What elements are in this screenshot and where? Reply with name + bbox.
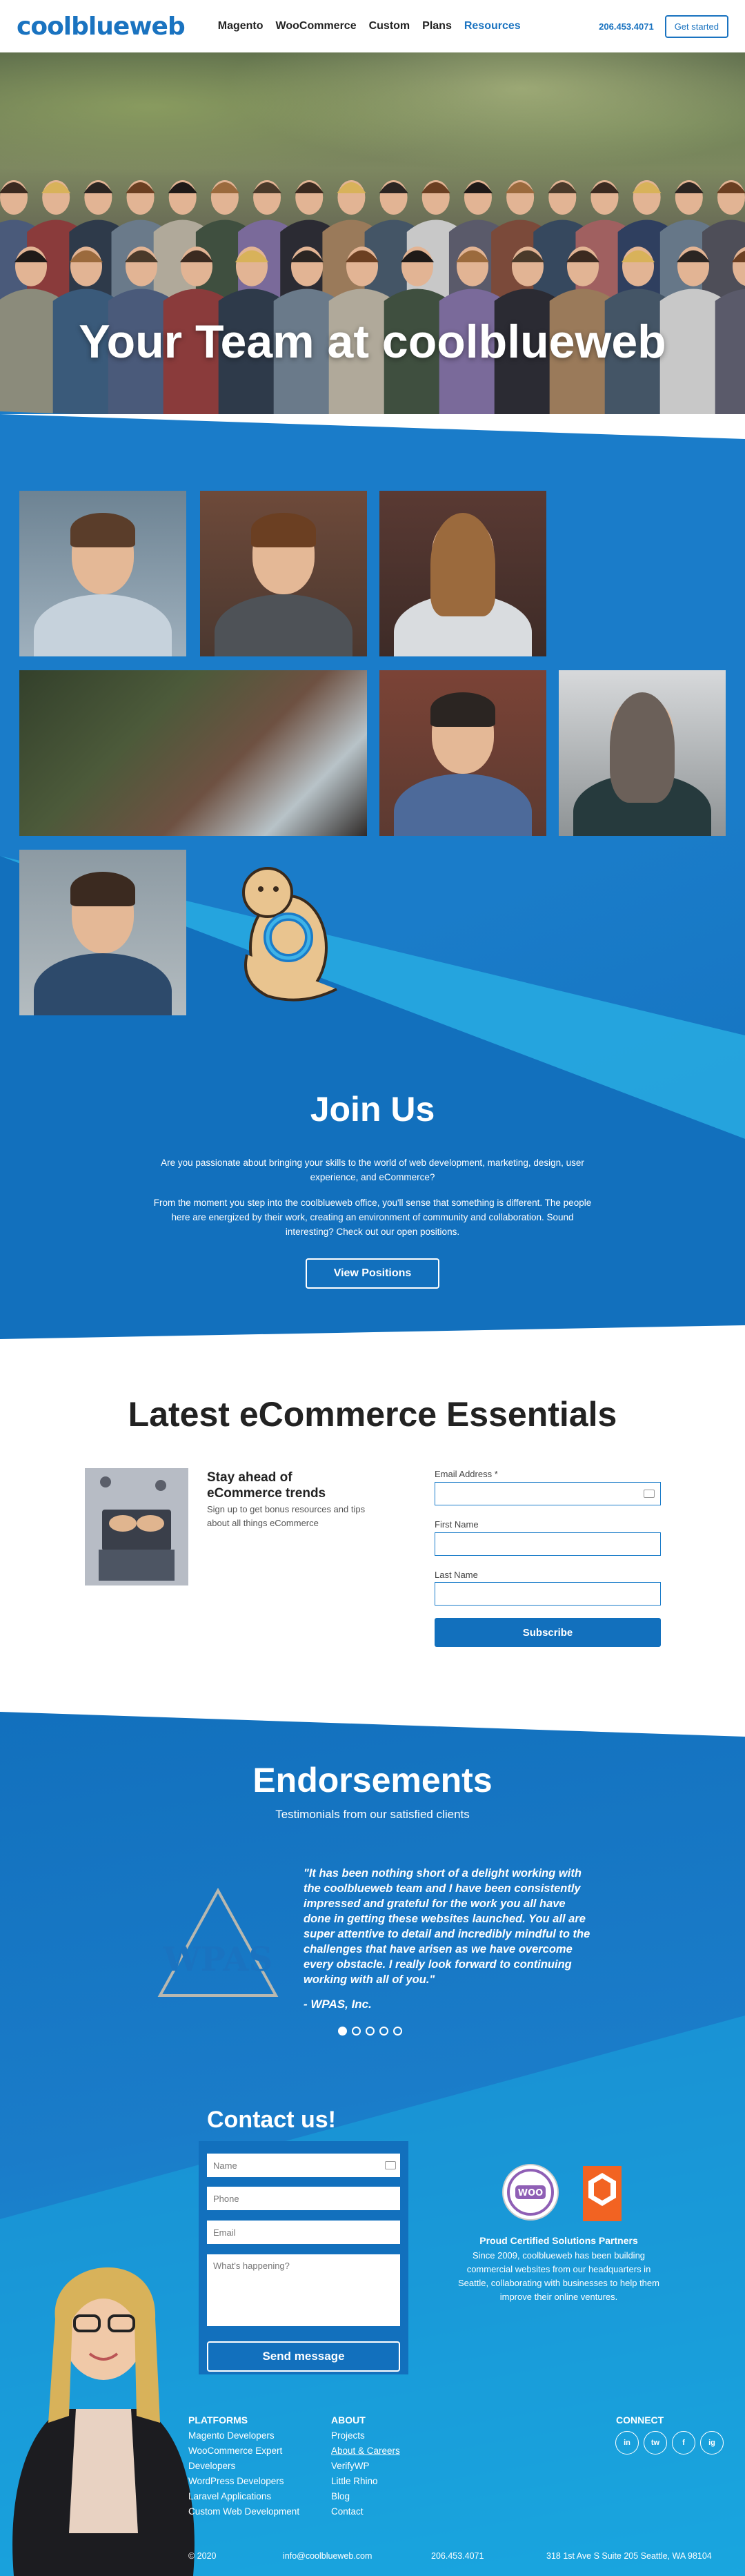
carousel-dot-1[interactable] [338, 2027, 347, 2036]
office-building-photo[interactable] [19, 670, 367, 836]
carousel-dot-5[interactable] [393, 2027, 402, 2036]
contact-email-field[interactable]: Email [207, 2221, 400, 2244]
woo-badge-text: WOO [518, 2188, 543, 2198]
nav-plans[interactable]: Plans [422, 20, 452, 32]
footer-link-woocommerce[interactable]: WooCommerce Expert Developers [188, 2443, 312, 2474]
linkedin-icon[interactable]: in [615, 2431, 639, 2455]
footer-platforms-links: Magento Developers WooCommerce Expert De… [188, 2428, 312, 2519]
view-positions-button[interactable]: View Positions [306, 1258, 439, 1289]
footer-email[interactable]: info@coolblueweb.com [283, 2551, 372, 2561]
newsletter-title: Stay ahead of eCommerce trends [207, 1470, 326, 1501]
partner-badges: WOO [502, 2164, 622, 2221]
nav-resources[interactable]: Resources [464, 20, 521, 32]
svg-text:WPAS: WPAS [163, 1940, 272, 1979]
copyright: © 2020 [188, 2551, 217, 2561]
wpas-logo: WPAS [157, 1888, 279, 1997]
hero-team-photo: Your Team at coolblueweb [0, 52, 745, 439]
footer-about-links: Projects About & Careers VerifyWP Little… [331, 2428, 441, 2519]
footer-about-title: ABOUT [331, 2414, 366, 2426]
footer-link-projects[interactable]: Projects [331, 2428, 441, 2443]
contact-message-field[interactable]: What's happening? [207, 2254, 400, 2326]
logo[interactable]: coolblueweb [17, 12, 186, 41]
footer-link-verifywp[interactable]: VerifyWP [331, 2459, 441, 2474]
footer-link-blog[interactable]: Blog [331, 2489, 441, 2504]
site-header: coolblueweb Magento WooCommerce Custom P… [0, 0, 745, 52]
endorsements-title: Endorsements [252, 1761, 493, 1799]
team-photo-4[interactable] [379, 670, 546, 836]
nav-magento[interactable]: Magento [218, 20, 264, 32]
social-links: in tw f ig [615, 2431, 724, 2455]
get-started-button[interactable]: Get started [664, 14, 728, 38]
testimonial-quote: "It has been nothing short of a delight … [304, 1867, 590, 1986]
team-group-illustration [0, 180, 745, 439]
facebook-icon[interactable]: f [672, 2431, 695, 2455]
email-label: Email Address * [435, 1469, 498, 1479]
carousel-dots [338, 2027, 402, 2036]
testimonial-author: - WPAS, Inc. [304, 1998, 372, 2011]
autofill-icon [644, 1490, 655, 1498]
join-intro: Are you passionate about bringing your s… [161, 1158, 584, 1182]
instagram-icon[interactable]: ig [700, 2431, 724, 2455]
header-phone[interactable]: 206.453.4071 [599, 21, 654, 32]
newsletter-email-field[interactable] [435, 1482, 661, 1505]
footer-link-contact[interactable]: Contact [331, 2504, 441, 2519]
send-message-button[interactable]: Send message [207, 2341, 400, 2372]
main-nav: Magento WooCommerce Custom Plans Resourc… [218, 20, 521, 32]
newsletter-last-name-field[interactable] [435, 1582, 661, 1606]
footer-link-careers[interactable]: About & Careers [331, 2443, 441, 2459]
footer-link-wordpress[interactable]: WordPress Developers [188, 2474, 312, 2489]
team-photo-6[interactable] [19, 850, 186, 1015]
team-photo-2[interactable] [200, 491, 367, 656]
partners-description: Since 2009, coolblueweb has been buildin… [458, 2250, 659, 2302]
carousel-dot-2[interactable] [352, 2027, 361, 2036]
nav-woocommerce[interactable]: WooCommerce [276, 20, 357, 32]
footer-address: 318 1st Ave S Suite 205 Seattle, WA 9810… [546, 2551, 712, 2561]
endorsements-subtitle: Testimonials from our satisfied clients [275, 1808, 470, 1821]
team-member-photo [12, 2267, 195, 2576]
footer-link-little-rhino[interactable]: Little Rhino [331, 2474, 441, 2489]
footer-connect-title: CONNECT [616, 2414, 664, 2426]
first-name-label: First Name [435, 1519, 479, 1530]
newsletter-description: Sign up to get bonus resources and tips … [207, 1504, 366, 1528]
join-title: Join Us [310, 1090, 435, 1129]
footer-link-custom[interactable]: Custom Web Development [188, 2504, 312, 2519]
join-body: From the moment you step into the coolbl… [153, 1198, 592, 1237]
partners-title: Proud Certified Solutions Partners [479, 2235, 638, 2246]
latest-title: Latest eCommerce Essentials [128, 1395, 617, 1434]
laptop-typing-image [85, 1468, 188, 1585]
footer-phone[interactable]: 206.453.4071 [431, 2551, 484, 2561]
autofill-icon [385, 2161, 396, 2169]
newsletter-first-name-field[interactable] [435, 1532, 661, 1556]
team-photo-3[interactable] [379, 491, 546, 656]
team-photo-1[interactable] [19, 491, 186, 656]
otter-mascot-icon [242, 867, 337, 1002]
nav-custom[interactable]: Custom [369, 20, 410, 32]
carousel-dot-4[interactable] [379, 2027, 388, 2036]
last-name-label: Last Name [435, 1570, 478, 1580]
contact-title: Contact us! [207, 2107, 336, 2133]
twitter-icon[interactable]: tw [644, 2431, 667, 2455]
footer-link-magento[interactable]: Magento Developers [188, 2428, 312, 2443]
subscribe-button[interactable]: Subscribe [435, 1618, 661, 1647]
contact-phone-field[interactable]: Phone [207, 2187, 400, 2210]
team-photo-5[interactable] [559, 670, 726, 836]
carousel-dot-3[interactable] [366, 2027, 375, 2036]
footer-link-laravel[interactable]: Laravel Applications [188, 2489, 312, 2504]
contact-name-field[interactable]: Name [207, 2154, 400, 2177]
footer-platforms-title: PLATFORMS [188, 2414, 248, 2426]
hero-title: Your Team at coolblueweb [79, 315, 666, 368]
